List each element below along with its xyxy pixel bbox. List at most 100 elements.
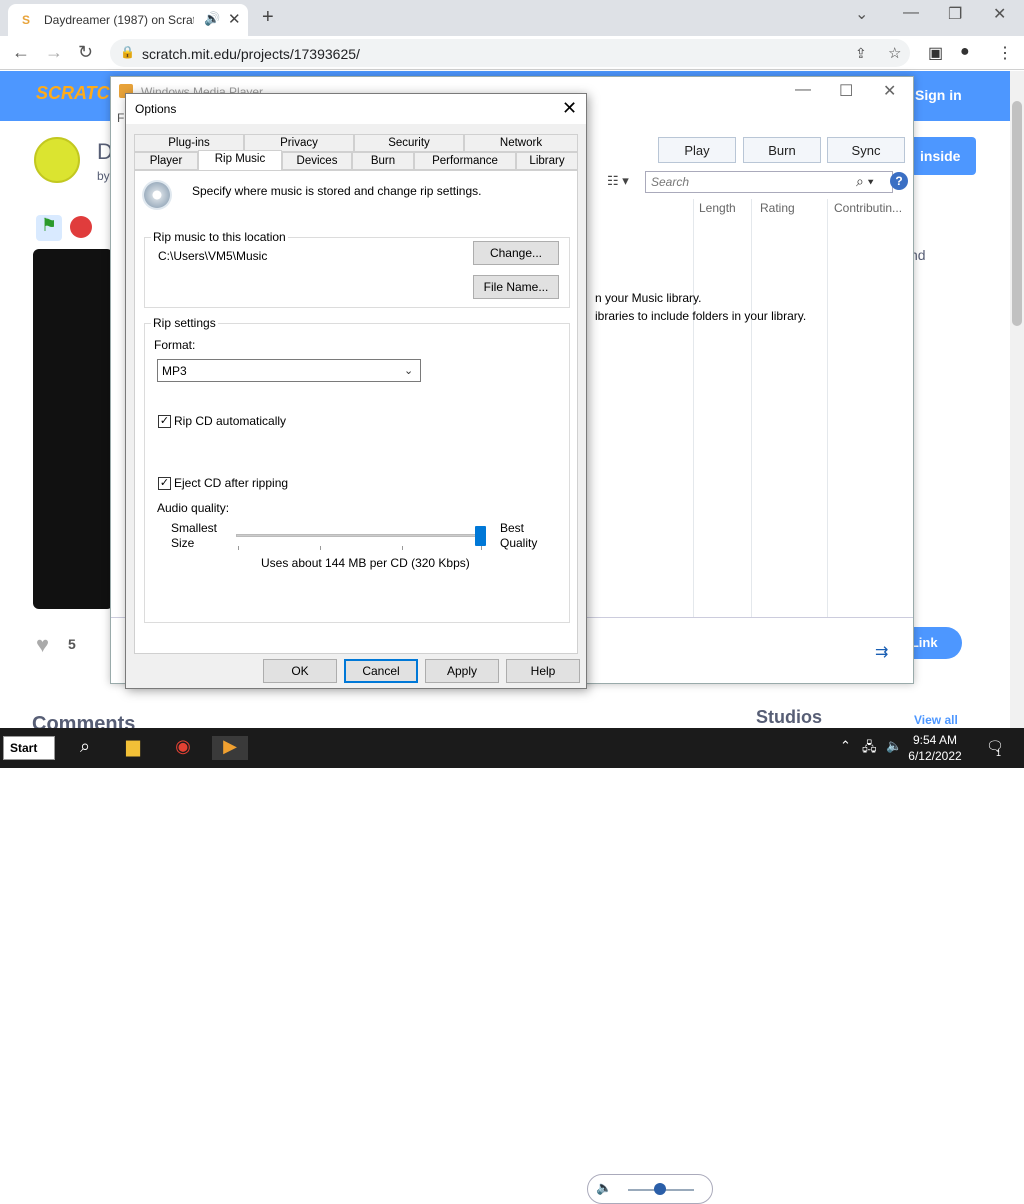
- tab-devices[interactable]: Devices: [282, 152, 352, 170]
- view-all-link[interactable]: View all: [914, 713, 958, 727]
- menu-kebab-icon[interactable]: ⋮: [997, 43, 1013, 63]
- back-button[interactable]: ←: [12, 42, 30, 63]
- tab-player[interactable]: Player: [134, 152, 198, 170]
- browser-tab[interactable]: S Daydreamer (1987) on Scratch 🔊 ✕: [8, 4, 248, 36]
- network-icon[interactable]: 🖧: [862, 738, 877, 760]
- tab-performance[interactable]: Performance: [414, 152, 516, 170]
- wmp-minimize-button[interactable]: —: [795, 81, 811, 99]
- start-button[interactable]: Start: [3, 736, 55, 760]
- library-message-line2: ibraries to include folders in your libr…: [595, 309, 807, 323]
- love-count: 5: [68, 636, 76, 652]
- format-value: MP3: [162, 364, 187, 378]
- dialog-titlebar: Options ✕: [126, 94, 586, 124]
- tab-rip-music[interactable]: Rip Music: [198, 150, 282, 170]
- search-placeholder: Search: [651, 175, 690, 189]
- column-divider: [693, 199, 694, 619]
- column-rating[interactable]: Rating: [760, 201, 795, 215]
- slider-tick: [402, 546, 403, 550]
- project-stage[interactable]: [33, 249, 113, 609]
- eject-cd-checkbox[interactable]: ✓: [158, 477, 171, 490]
- speaker-icon[interactable]: 🔈: [596, 1180, 612, 1196]
- side-panel-icon[interactable]: ▣: [928, 43, 943, 63]
- chrome-icon[interactable]: ◉: [170, 736, 196, 760]
- volume-control[interactable]: 🔈: [587, 1174, 713, 1204]
- smallest-size-label: Smallest Size: [171, 521, 217, 551]
- change-location-button[interactable]: Change...: [473, 241, 559, 265]
- close-window-button[interactable]: ✕: [993, 4, 1006, 24]
- notification-icon[interactable]: 🗨: [986, 738, 1004, 755]
- profile-avatar-icon[interactable]: ●: [960, 43, 970, 61]
- author-avatar[interactable]: [34, 137, 80, 183]
- dialog-title: Options: [135, 102, 177, 116]
- best-label-line1: Best: [500, 521, 525, 535]
- audio-playing-icon[interactable]: 🔊: [204, 11, 220, 27]
- stop-sign-icon[interactable]: [70, 216, 92, 238]
- forward-button[interactable]: →: [45, 42, 63, 63]
- taskbar: Start ⌕ ▆ ◉ ▶ ⌃ 🖧 🔈 9:54 AM 6/12/2022 🗨 …: [0, 728, 1024, 768]
- slider-tick: [481, 546, 482, 550]
- studios-heading: Studios: [756, 707, 822, 727]
- project-by: by: [97, 169, 110, 183]
- lock-icon[interactable]: 🔒: [120, 45, 135, 59]
- reload-button[interactable]: ↻: [78, 42, 93, 63]
- best-label-line2: Quality: [500, 536, 538, 550]
- rip-cd-automatically-checkbox[interactable]: ✓: [158, 415, 171, 428]
- share-icon[interactable]: ⇪: [855, 45, 867, 62]
- restore-button[interactable]: ❐: [948, 4, 962, 24]
- tab-burn[interactable]: Burn: [352, 152, 414, 170]
- browser-tab-strip: S Daydreamer (1987) on Scratch 🔊 ✕ + ⌄ —…: [0, 0, 1024, 36]
- wmp-taskbar-icon[interactable]: ▶: [212, 736, 248, 760]
- eject-cd-label[interactable]: Eject CD after ripping: [174, 476, 288, 490]
- tab-close-icon[interactable]: ✕: [228, 10, 241, 28]
- omnibox[interactable]: 🔒 scratch.mit.edu/projects/17393625/ ⇪ ☆: [110, 39, 910, 67]
- column-contributing[interactable]: Contributin...: [834, 201, 902, 215]
- column-length[interactable]: Length: [699, 201, 736, 215]
- scrollbar-thumb[interactable]: [1012, 101, 1022, 326]
- cancel-button[interactable]: Cancel: [344, 659, 418, 683]
- search-icon[interactable]: ⌕ ▾: [856, 173, 874, 190]
- page-scrollbar[interactable]: [1010, 71, 1024, 728]
- switch-to-now-playing-icon[interactable]: ⇉: [875, 642, 888, 662]
- wmp-tab-play[interactable]: Play: [658, 137, 736, 163]
- volume-thumb[interactable]: [654, 1183, 666, 1195]
- start-label: Start: [10, 741, 38, 755]
- column-divider: [751, 199, 752, 619]
- audio-quality-label: Audio quality:: [157, 501, 230, 515]
- dialog-close-button[interactable]: ✕: [562, 98, 577, 119]
- apply-button[interactable]: Apply: [425, 659, 499, 683]
- url-text[interactable]: scratch.mit.edu/projects/17393625/: [142, 46, 360, 62]
- audio-quality-slider-track[interactable]: [236, 534, 486, 537]
- wmp-search-input[interactable]: Search ⌕ ▾: [645, 171, 893, 193]
- bookmark-star-icon[interactable]: ☆: [888, 44, 901, 62]
- file-name-button[interactable]: File Name...: [473, 275, 559, 299]
- wmp-tab-sync[interactable]: Sync: [827, 137, 905, 163]
- see-inside-button[interactable]: inside: [910, 137, 976, 175]
- sign-in-link[interactable]: Sign in: [915, 87, 962, 103]
- ok-button[interactable]: OK: [263, 659, 337, 683]
- wmp-maximize-button[interactable]: ☐: [839, 81, 853, 101]
- tab-library[interactable]: Library: [516, 152, 578, 170]
- new-tab-button[interactable]: +: [262, 6, 274, 29]
- clock[interactable]: 9:54 AM 6/12/2022: [905, 732, 965, 764]
- view-options-icon[interactable]: ☷ ▾: [607, 173, 629, 189]
- wmp-close-button[interactable]: ✕: [883, 81, 896, 101]
- wmp-tab-burn[interactable]: Burn: [743, 137, 821, 163]
- search-icon[interactable]: ⌕: [72, 736, 98, 760]
- format-select[interactable]: MP3 ⌄: [157, 359, 421, 382]
- tab-search-icon[interactable]: ⌄: [855, 4, 868, 24]
- tab-title: Daydreamer (1987) on Scratch: [44, 13, 194, 27]
- volume-icon[interactable]: 🔈: [886, 738, 902, 754]
- audio-quality-slider-thumb[interactable]: [475, 526, 486, 546]
- tab-security[interactable]: Security: [354, 134, 464, 152]
- help-button[interactable]: Help: [506, 659, 580, 683]
- slider-tick: [320, 546, 321, 550]
- tray-chevron-icon[interactable]: ⌃: [840, 738, 851, 754]
- green-flag-icon[interactable]: ⚑: [36, 215, 62, 241]
- file-explorer-icon[interactable]: ▆: [120, 736, 146, 760]
- usage-estimate: Uses about 144 MB per CD (320 Kbps): [261, 556, 470, 570]
- love-heart-icon[interactable]: ♥: [36, 632, 49, 658]
- help-icon[interactable]: ?: [890, 172, 908, 190]
- minimize-button[interactable]: —: [903, 4, 919, 22]
- tab-network[interactable]: Network: [464, 134, 578, 152]
- rip-cd-automatically-label[interactable]: Rip CD automatically: [174, 414, 286, 428]
